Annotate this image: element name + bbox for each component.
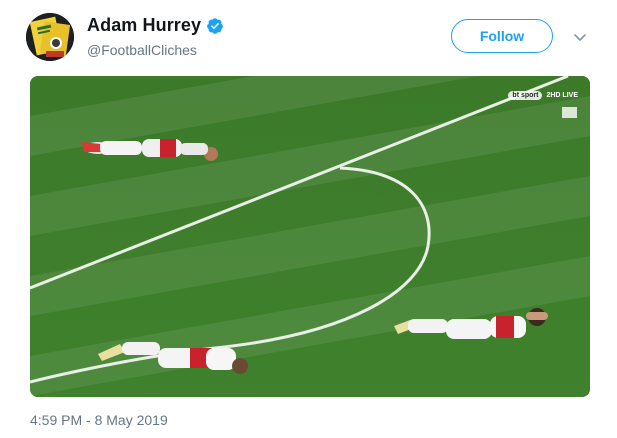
- avatar-image: [26, 13, 74, 61]
- author-handle[interactable]: @FootballCliches: [87, 42, 197, 58]
- author-name-row[interactable]: Adam Hurrey: [87, 15, 224, 36]
- broadcast-overlay: bt sport 2HD LIVE: [508, 91, 578, 100]
- verified-badge-icon: [206, 17, 224, 35]
- broadcast-channel-logo: bt sport: [508, 91, 543, 100]
- broadcast-live-label: 2HD LIVE: [546, 92, 578, 99]
- chevron-down-icon[interactable]: [572, 29, 588, 45]
- author-display-name[interactable]: Adam Hurrey: [87, 15, 201, 36]
- tweet-media-image[interactable]: bt sport 2HD LIVE: [30, 76, 590, 397]
- broadcast-overlay-square: [562, 107, 577, 118]
- tweet-timestamp[interactable]: 4:59 PM - 8 May 2019: [30, 412, 168, 428]
- tweet-card: Adam Hurrey @FootballCliches Follow bt s…: [0, 0, 617, 438]
- avatar[interactable]: [26, 13, 74, 61]
- follow-button[interactable]: Follow: [451, 19, 553, 53]
- football-pitch-photo: [30, 76, 590, 397]
